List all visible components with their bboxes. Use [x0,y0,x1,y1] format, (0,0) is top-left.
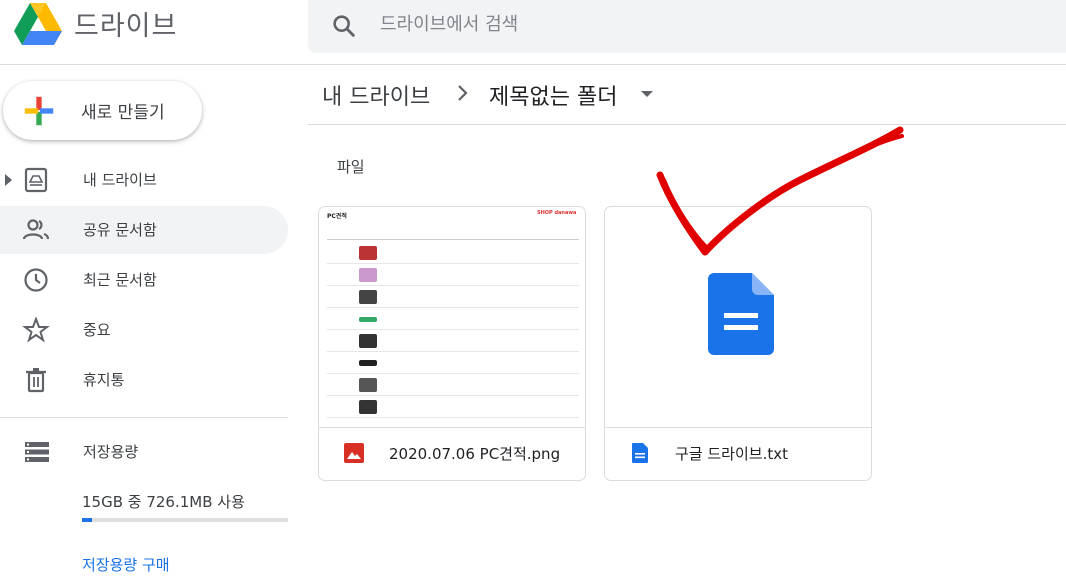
thumbnail-row [327,286,579,308]
search-bar[interactable] [308,0,1066,53]
files-section-label: 파일 [337,158,365,176]
plus-icon [24,96,54,126]
thumbnail-header-row [327,230,579,240]
storage-progress-fill [82,518,92,522]
breadcrumb: 내 드라이브 제목없는 폴더 [308,65,1066,125]
trash-icon [26,368,46,393]
chevron-down-icon[interactable] [641,91,653,97]
file-card-footer: 2020.07.06 PC견적.png [319,427,585,480]
file-card-footer: 구글 드라이브.txt [605,427,871,480]
storage-label[interactable]: 저장용량 [83,441,138,462]
sidebar-item-shared[interactable]: 공유 문서함 [0,206,288,254]
thumbnail-row [327,330,579,352]
sidebar-divider [0,417,288,418]
thumbnail-row [327,308,579,330]
top-bar: 드라이브 [0,0,1066,65]
thumbnail-row [327,374,579,396]
app-title: 드라이브 [74,11,178,42]
expand-arrow-icon[interactable] [5,174,12,186]
buy-storage-link[interactable]: 저장용량 구매 [82,554,170,575]
search-input[interactable] [380,8,980,40]
search-icon[interactable] [330,12,358,40]
people-icon [22,219,50,240]
sidebar-item-my-drive[interactable]: 내 드라이브 [0,156,288,204]
sidebar-item-label: 중요 [83,321,111,339]
star-icon [22,317,50,343]
thumbnail-row [327,396,579,418]
sidebar-item-label: 공유 문서함 [83,221,157,239]
file-card[interactable]: 구글 드라이브.txt [604,206,872,481]
file-thumbnail [605,207,871,427]
sidebar-item-trash[interactable]: 휴지통 [0,356,288,404]
storage-progress-bar [82,518,288,522]
sidebar-item-label: 내 드라이브 [83,171,157,189]
file-name: 구글 드라이브.txt [675,445,788,463]
storage-usage-text: 15GB 중 726.1MB 사용 [82,493,245,511]
file-card[interactable]: PC견적 SHOP danawa 2020.07.06 PC견적.png [318,206,586,481]
thumbnail-title: PC견적 [327,213,347,220]
sidebar-item-recent[interactable]: 최근 문서함 [0,256,288,304]
file-name: 2020.07.06 PC견적.png [389,445,561,463]
new-button[interactable]: 새로 만들기 [3,81,202,140]
breadcrumb-current-folder[interactable]: 제목없는 폴더 [489,79,617,111]
storage-icon [25,442,49,462]
sidebar-item-starred[interactable]: 중요 [0,306,288,354]
thumbnail-row [327,352,579,374]
my-drive-icon [24,167,48,193]
file-thumbnail: PC견적 SHOP danawa [319,207,585,427]
thumbnail-brand-logo: SHOP danawa [537,210,577,216]
breadcrumb-my-drive[interactable]: 내 드라이브 [322,79,430,111]
thumbnail-row [327,264,579,286]
spreadsheet-thumbnail: PC견적 SHOP danawa [319,207,585,427]
drive-logo-icon[interactable] [14,3,62,45]
thumbnail-row [327,242,579,264]
image-file-icon [344,443,364,463]
new-button-label: 새로 만들기 [81,103,165,123]
clock-icon [24,268,48,292]
docs-file-icon [632,443,648,463]
chevron-right-icon [458,85,468,101]
sidebar-item-label: 최근 문서함 [83,271,157,289]
docs-file-icon [708,273,774,355]
sidebar-item-label: 휴지통 [83,371,125,389]
